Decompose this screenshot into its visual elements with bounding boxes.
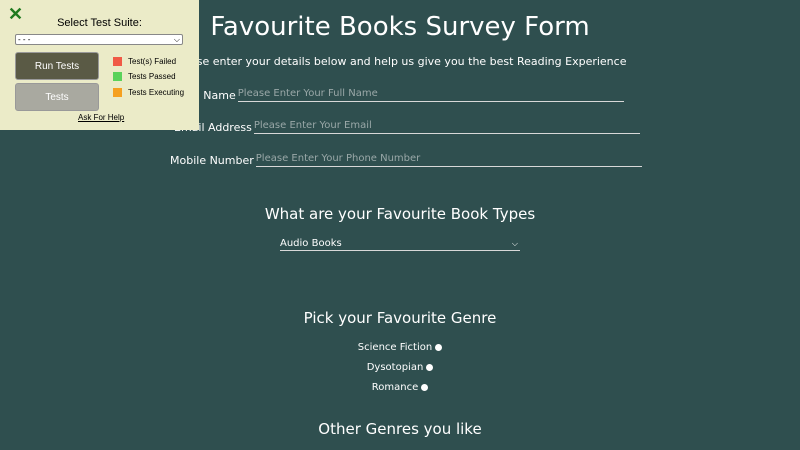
legend-label: Tests Executing [128,88,185,97]
genre-option-romance[interactable]: Romance [0,382,800,393]
genre-label: Dysotopian [366,362,424,373]
run-tests-button[interactable]: Run Tests [15,52,99,80]
genre-label: Romance [371,382,419,393]
other-genres-heading: Other Genres you like [318,420,482,438]
legend-failed: Test(s) Failed [113,57,176,66]
passed-swatch [113,72,122,81]
chevron-down-icon: ⌵ [173,34,180,44]
chevron-down-icon: ⌵ [511,238,518,248]
test-suite-title: Select Test Suite: [57,17,142,29]
legend-passed: Tests Passed [113,72,176,81]
genre-option-science-fiction[interactable]: Science Fiction [0,342,800,353]
test-suite-selected: - - - [18,35,31,44]
legend-label: Tests Passed [128,72,176,81]
tests-button[interactable]: Tests [15,83,99,111]
email-field: Email Address [174,120,640,134]
legend-executing: Tests Executing [113,88,184,97]
radio-button[interactable] [435,343,443,351]
full-name-field: Full Name [181,88,624,102]
executing-swatch [113,88,122,97]
book-types-selected: Audio Books [280,238,342,249]
mobile-number-field: Mobile Number [170,153,642,167]
mobile-number-input[interactable] [255,153,642,167]
legend-label: Test(s) Failed [128,57,177,66]
test-suite-panel: ✕ Select Test Suite: - - - ⌵ Run Tests T… [0,0,199,130]
genre-heading: Pick your Favourite Genre [303,309,497,327]
book-types-select[interactable]: Audio Books ⌵ [280,237,520,251]
ask-for-help-link[interactable]: Ask For Help [78,113,124,122]
radio-button[interactable] [421,383,429,391]
failed-swatch [113,57,122,66]
test-suite-select[interactable]: - - - ⌵ [15,34,183,45]
mobile-number-label: Mobile Number [170,154,254,167]
full-name-input[interactable] [237,88,624,102]
genre-label: Science Fiction [357,342,433,353]
book-types-heading: What are your Favourite Book Types [264,205,536,223]
radio-button[interactable] [426,363,434,371]
email-input[interactable] [253,120,640,134]
genre-option-dystopian[interactable]: Dysotopian [0,362,800,373]
